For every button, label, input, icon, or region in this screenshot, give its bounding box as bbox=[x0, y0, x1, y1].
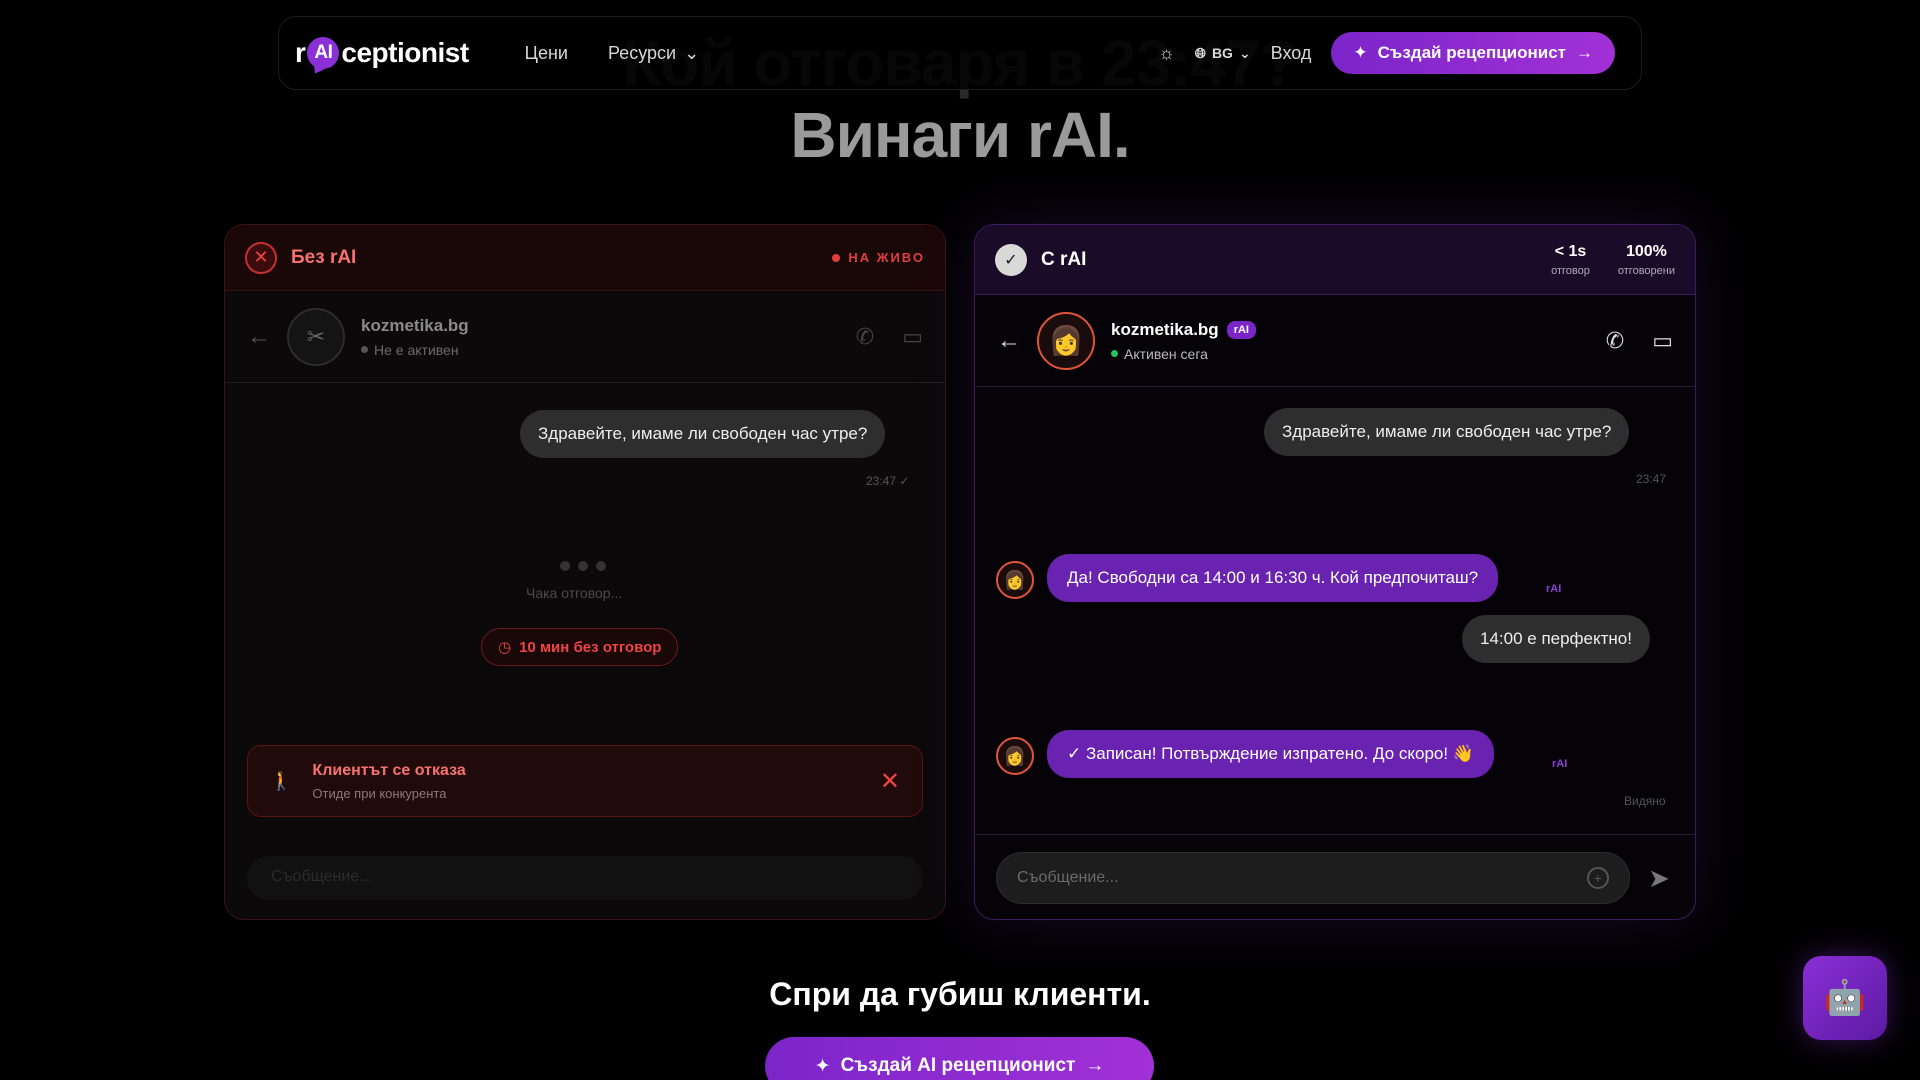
stat-answered-label: отговорени bbox=[1617, 264, 1675, 277]
nav-resources-dropdown[interactable]: Ресурси ⌄ bbox=[608, 43, 699, 64]
nav-resources-label: Ресурси bbox=[607, 42, 677, 63]
chevron-down-icon: ⌄ bbox=[684, 42, 700, 63]
walking-person-icon: 🚶 bbox=[270, 770, 293, 791]
receptionist-avatar-icon: 👩 bbox=[1037, 311, 1095, 370]
stat-response-value: < 1s bbox=[1554, 242, 1587, 260]
globe-icon: 🌐︎ bbox=[1194, 44, 1206, 61]
stat-response-label: отговор bbox=[1551, 264, 1590, 277]
right-message-time: 23:47 bbox=[1636, 472, 1667, 486]
ai-reply-1: Да! Свободни са 14:00 и 16:30 ч. Кой пре… bbox=[1047, 554, 1499, 602]
chatbot-launcher-icon[interactable]: 🤖 bbox=[1803, 956, 1887, 1040]
right-contact-name-text: kozmetika.bg bbox=[1111, 319, 1219, 339]
logo-ai-bubble: AI bbox=[307, 37, 340, 69]
no-reply-timer-badge: ◷ 10 мин без отговор bbox=[481, 628, 679, 666]
waiting-text: Чака отговор... bbox=[526, 585, 623, 601]
sparkle-icon: ✦ bbox=[1353, 43, 1368, 62]
online-dot-icon bbox=[1111, 350, 1118, 357]
left-message-input: Съобщение... bbox=[247, 856, 923, 900]
live-indicator: НА ЖИВО bbox=[832, 250, 925, 265]
stat-answered-value: 100% bbox=[1625, 242, 1667, 260]
language-code: BG bbox=[1211, 45, 1233, 61]
chevron-down-icon: ⌄ bbox=[1238, 44, 1251, 61]
video-icon[interactable]: ▭ bbox=[902, 324, 923, 350]
top-nav: r AI ceptionist Цени Ресурси ⌄ ☼ 🌐︎ BG ⌄… bbox=[278, 16, 1642, 90]
create-ai-receptionist-label: Създай AI рецепционист bbox=[840, 1055, 1076, 1076]
ai-avatar-icon: 👩 bbox=[996, 561, 1034, 599]
right-panel-header: ✓ С rAI < 1s отговор 100% отговорени bbox=[975, 225, 1695, 295]
left-contact-name: kozmetika.bg bbox=[361, 315, 469, 335]
live-label: НА ЖИВО bbox=[848, 250, 925, 265]
left-chat-header: ← ✂ kozmetika.bg Не е активен ✆ ▭ bbox=[225, 291, 945, 383]
stats: < 1s отговор 100% отговорени bbox=[1551, 243, 1675, 277]
logo-suffix: ceptionist bbox=[341, 37, 469, 68]
right-user-message-2: 14:00 е перфектно! bbox=[1462, 615, 1650, 663]
create-receptionist-button[interactable]: ✦ Създай рецепционист → bbox=[1331, 32, 1615, 74]
close-circle-icon: ✕ bbox=[245, 241, 277, 274]
back-arrow-icon[interactable]: ← bbox=[997, 327, 1027, 355]
logo-prefix: r bbox=[295, 37, 306, 68]
live-dot-icon bbox=[832, 253, 841, 262]
stat-answered: 100% отговорени bbox=[1618, 243, 1675, 277]
left-contact-status-text: Не е активен bbox=[374, 341, 459, 358]
right-panel-title: С rAI bbox=[1041, 248, 1087, 270]
send-icon[interactable]: ➤ bbox=[1648, 863, 1670, 894]
alert-subtitle: Отиде при конкурента bbox=[312, 785, 447, 801]
language-selector[interactable]: 🌐︎ BG ⌄ bbox=[1195, 45, 1251, 62]
left-message-time: 23:47 ✓ bbox=[866, 474, 909, 488]
right-chat-header: ← 👩 kozmetika.bg rAI Активен сега ✆ ▭ bbox=[975, 295, 1695, 387]
typing-dots bbox=[560, 561, 606, 571]
ai-reply-2-tag: rAI bbox=[1552, 758, 1568, 770]
login-link[interactable]: Вход bbox=[1271, 43, 1312, 64]
right-contact-name: kozmetika.bg rAI bbox=[1111, 320, 1256, 340]
right-contact-status-text: Активен сега bbox=[1124, 345, 1208, 362]
nav-pricing-link[interactable]: Цени bbox=[525, 43, 568, 64]
arrow-right-icon: → bbox=[1085, 1055, 1105, 1076]
headline-line2: Винаги rAI. bbox=[790, 99, 1130, 171]
sparkle-icon: ✦ bbox=[814, 1055, 831, 1077]
theme-toggle-sun-icon[interactable]: ☼ bbox=[1158, 43, 1175, 64]
message-input[interactable]: Съобщение... + bbox=[996, 852, 1630, 904]
customer-left-alert: 🚶 Клиентът се отказа Отиде при конкурент… bbox=[247, 745, 923, 817]
alert-close-icon[interactable]: ✕ bbox=[880, 767, 900, 796]
rai-badge: rAI bbox=[1226, 320, 1256, 339]
right-input-bar: Съобщение... + ➤ bbox=[974, 834, 1696, 920]
logo[interactable]: r AI ceptionist bbox=[295, 37, 469, 69]
check-circle-icon: ✓ bbox=[995, 243, 1027, 276]
right-contact-status: Активен сега bbox=[1111, 346, 1256, 362]
add-attachment-icon[interactable]: + bbox=[1587, 867, 1609, 889]
alert-title: Клиентът се отказа bbox=[312, 761, 466, 779]
no-reply-timer-text: 10 мин без отговор bbox=[519, 638, 662, 656]
scissors-avatar-icon: ✂ bbox=[287, 307, 345, 366]
tagline: Спри да губиш клиенти. bbox=[769, 976, 1151, 1012]
ai-reply-2: ✓ Записан! Потвърждение изпратено. До ск… bbox=[1047, 730, 1494, 778]
stat-response-time: < 1s отговор bbox=[1551, 243, 1590, 277]
right-user-message-1: Здравейте, имаме ли свободен час утре? bbox=[1264, 408, 1630, 456]
clock-icon: ◷ bbox=[498, 639, 512, 656]
message-input-placeholder: Съобщение... bbox=[1017, 869, 1119, 886]
left-panel-title: Без rAI bbox=[291, 246, 357, 268]
check-icon: ✓ bbox=[899, 474, 910, 488]
video-icon[interactable]: ▭ bbox=[1652, 328, 1673, 354]
left-user-message: Здравейте, имаме ли свободен час утре? bbox=[520, 410, 886, 458]
phone-icon[interactable]: ✆ bbox=[856, 324, 874, 350]
back-arrow-icon[interactable]: ← bbox=[247, 323, 277, 351]
create-receptionist-label: Създай рецепционист bbox=[1377, 43, 1566, 62]
phone-icon[interactable]: ✆ bbox=[1606, 328, 1624, 354]
arrow-right-icon: → bbox=[1576, 43, 1593, 62]
create-ai-receptionist-button[interactable]: ✦ Създай AI рецепционист → bbox=[765, 1037, 1154, 1080]
offline-dot-icon bbox=[361, 346, 368, 353]
left-message-time-text: 23:47 bbox=[866, 474, 897, 488]
seen-label: Видяно bbox=[1624, 794, 1666, 808]
left-contact-status: Не е активен bbox=[361, 342, 469, 358]
ai-reply-1-tag: rAI bbox=[1546, 583, 1562, 595]
left-panel-header: ✕ Без rAI НА ЖИВО bbox=[225, 225, 945, 291]
ai-avatar-icon: 👩 bbox=[996, 737, 1034, 775]
